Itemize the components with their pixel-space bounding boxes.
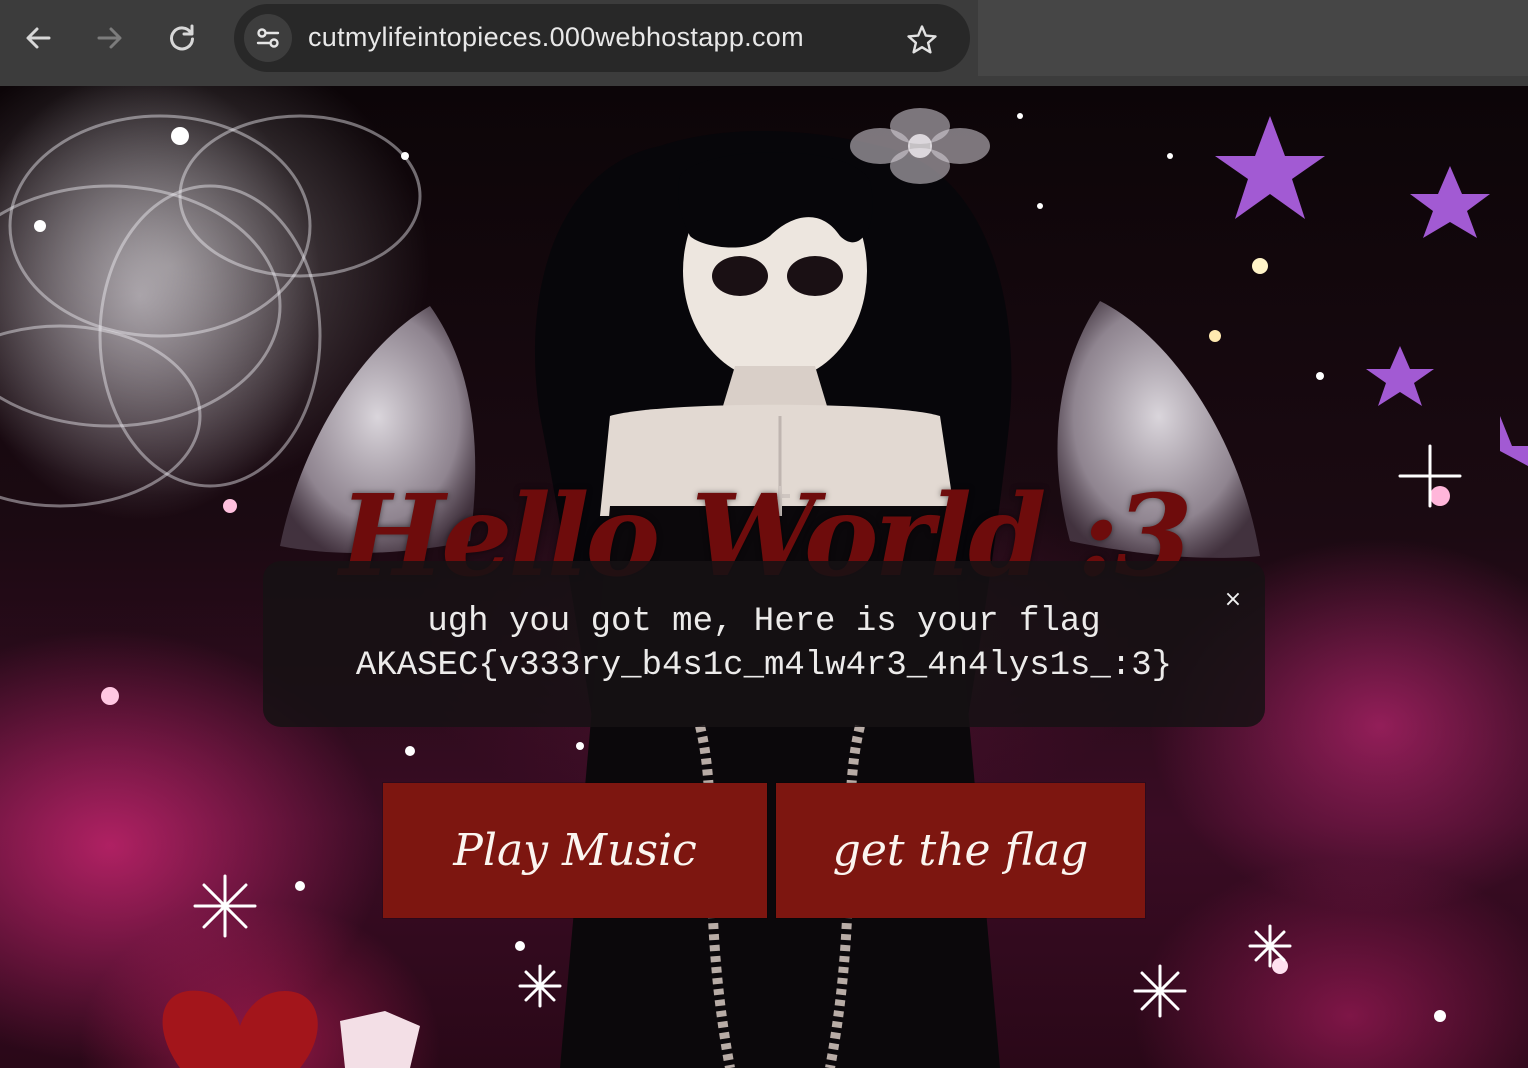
browser-toolbar: cutmylifeintopieces.000webhostapp.com <box>0 0 1528 86</box>
popup-flag-text: AKASEC{v333ry_b4s1c_m4lw4r3_4n4lys1s_:3} <box>355 647 1173 685</box>
purple-stars <box>1215 116 1528 466</box>
reload-icon <box>170 24 194 51</box>
page-viewport: Hello World :3 ugh you got me, Here is y… <box>0 86 1528 1068</box>
address-bar[interactable]: cutmylifeintopieces.000webhostapp.com <box>234 4 970 72</box>
reload-button[interactable] <box>162 18 202 58</box>
close-icon[interactable]: × <box>1221 587 1245 615</box>
flag-popup: ugh you got me, Here is your flag AKASEC… <box>263 561 1265 727</box>
forward-button[interactable] <box>90 18 130 58</box>
arrow-right-icon <box>97 27 122 49</box>
tune-icon <box>256 28 280 48</box>
play-music-button[interactable]: Play Music <box>383 783 767 918</box>
heart-decoration <box>162 990 318 1068</box>
get-flag-button[interactable]: get the flag <box>776 783 1145 918</box>
toolbar-tab-strip <box>978 0 1528 76</box>
bookmark-button[interactable] <box>902 20 942 60</box>
back-button[interactable] <box>18 18 58 58</box>
star-icon <box>907 25 937 54</box>
url-text[interactable]: cutmylifeintopieces.000webhostapp.com <box>308 22 804 53</box>
popup-message: ugh you got me, Here is your flag <box>427 603 1101 641</box>
site-info-button[interactable] <box>244 14 292 62</box>
arrow-left-icon <box>26 27 51 49</box>
